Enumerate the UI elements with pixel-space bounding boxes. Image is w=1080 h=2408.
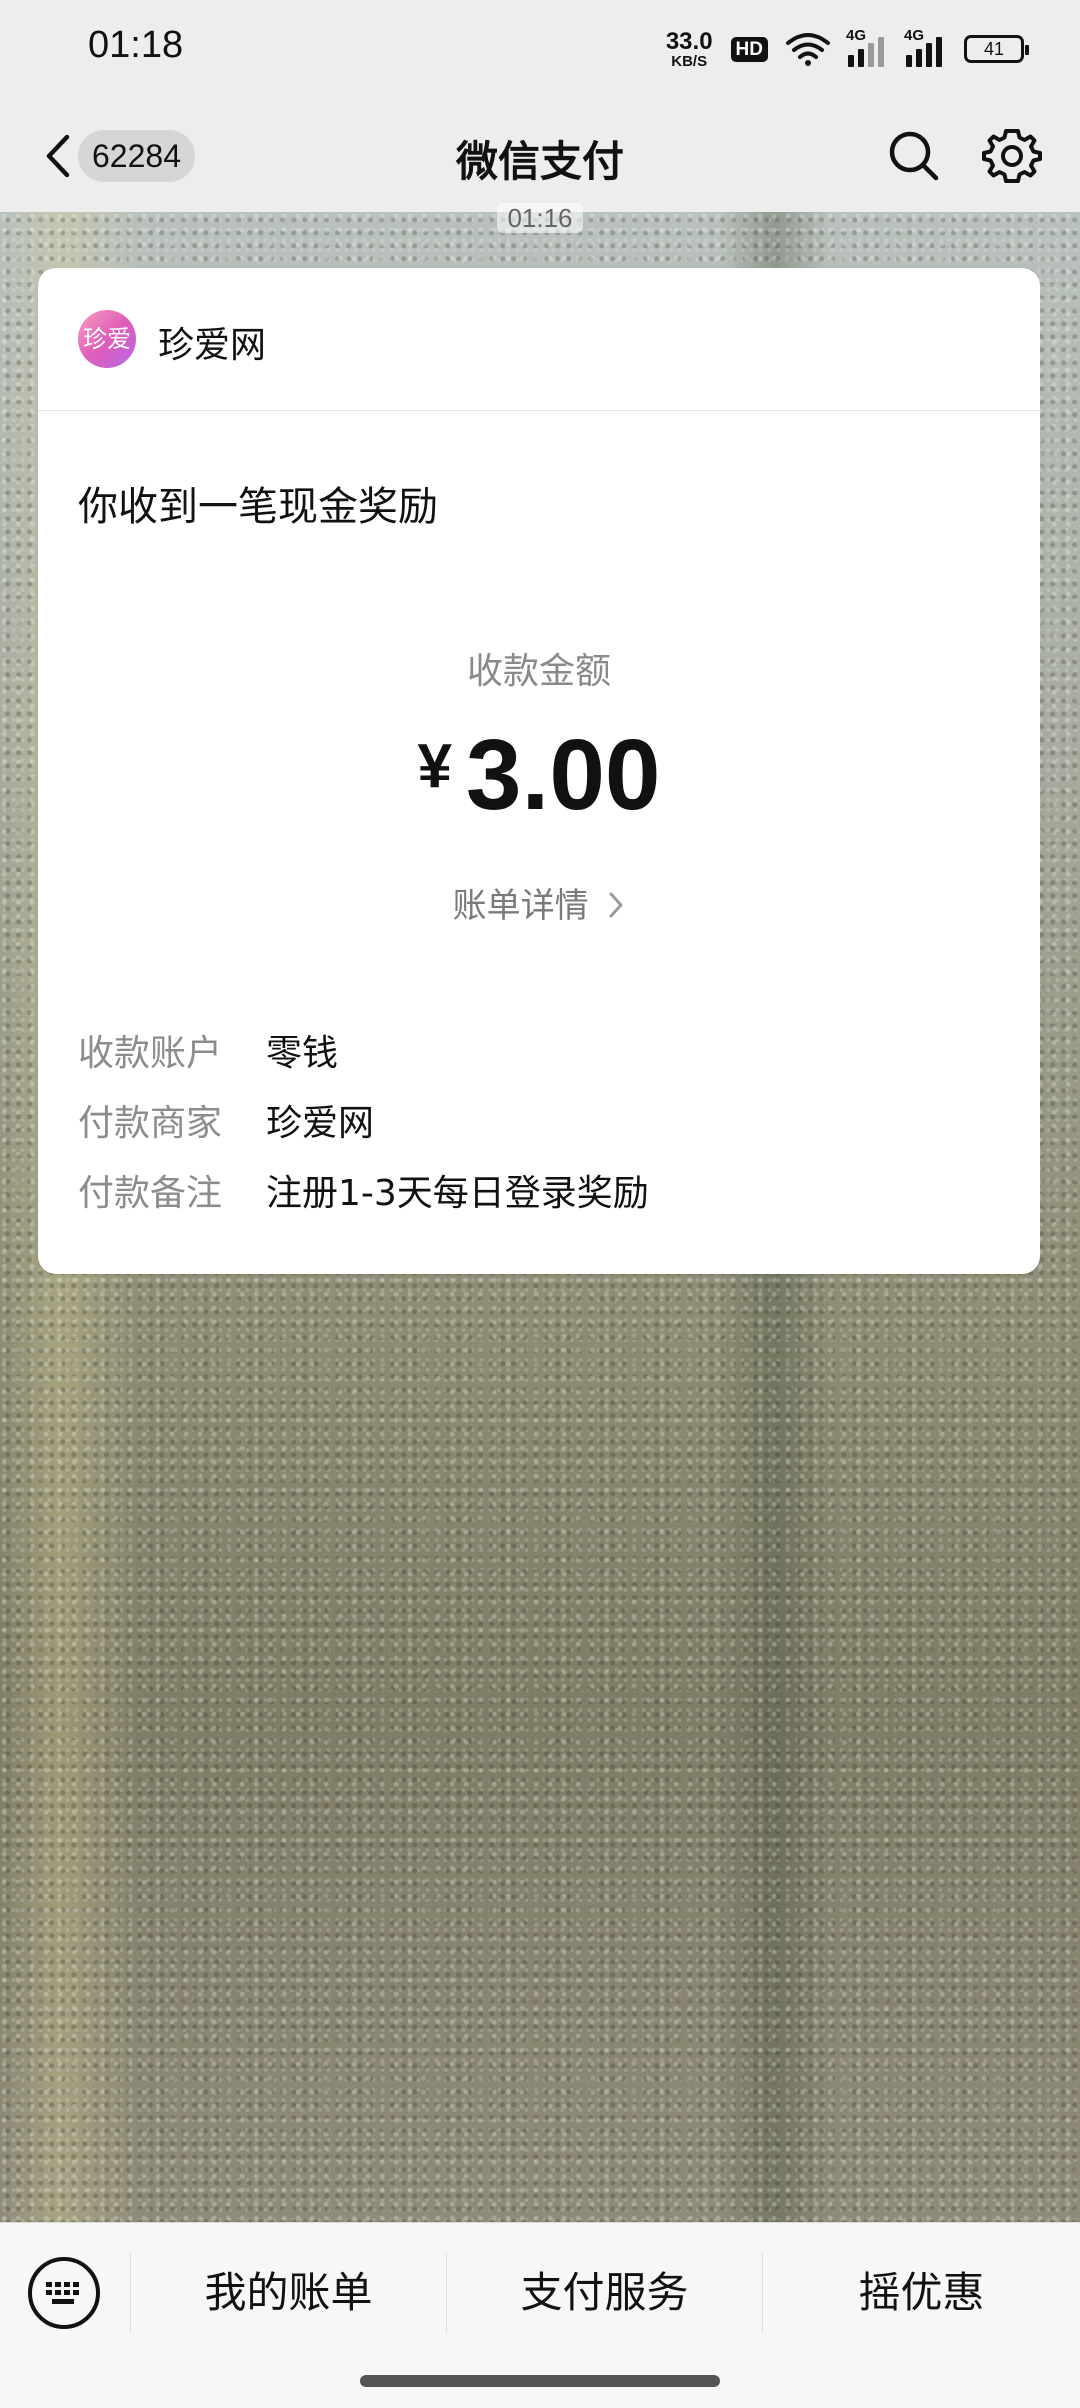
gear-icon	[982, 129, 1042, 183]
info-row-remark: 付款备注 注册1-3天每日登录奖励	[78, 1164, 649, 1214]
info-value: 零钱	[266, 1033, 339, 1074]
menu-my-bills[interactable]: 我的账单	[131, 2253, 446, 2333]
settings-button[interactable]	[982, 126, 1042, 186]
payment-notification-card[interactable]: 珍爱 珍爱网 你收到一笔现金奖励 收款金额 ¥3.00 账单详情 收款账户 零钱…	[38, 268, 1040, 1274]
message-time-text: 01:16	[497, 203, 583, 233]
currency-symbol: ¥	[417, 732, 452, 801]
signal-label: 4G	[846, 27, 867, 44]
info-value: 注册1-3天每日登录奖励	[266, 1173, 649, 1214]
signal-label: 4G	[904, 27, 925, 44]
merchant-logo: 珍爱	[78, 310, 136, 368]
wifi-icon	[786, 33, 830, 66]
status-icons: 33.0 KB/S HD 4G 4G 41	[665, 24, 1029, 74]
keyboard-toggle-button[interactable]	[28, 2257, 100, 2329]
hd-icon: HD	[730, 36, 768, 62]
info-key: 付款商家	[78, 1103, 223, 1144]
info-value: 珍爱网	[266, 1103, 375, 1144]
search-button[interactable]	[884, 126, 944, 186]
info-key: 付款备注	[78, 1173, 223, 1214]
info-key: 收款账户	[78, 1033, 223, 1074]
message-time: 01:16	[0, 200, 1080, 237]
network-speed-value: 33.0	[665, 27, 713, 55]
amount-value: 3.00	[465, 719, 661, 831]
chevron-right-icon	[609, 892, 623, 918]
search-icon	[889, 131, 939, 181]
keyboard-icon	[46, 2282, 79, 2304]
info-row-account: 收款账户 零钱	[78, 1024, 338, 1074]
info-row-merchant: 付款商家 珍爱网	[78, 1094, 374, 1144]
amount-display: ¥3.00	[38, 718, 1040, 833]
bill-detail-link[interactable]: 账单详情	[38, 878, 1040, 927]
battery-level: 41	[983, 38, 1005, 59]
menu-shake-offers[interactable]: 摇优惠	[763, 2253, 1080, 2333]
network-speed-unit: KB/S	[671, 52, 708, 70]
merchant-name: 珍爱网	[158, 325, 267, 366]
card-header[interactable]: 珍爱 珍爱网	[38, 268, 1040, 411]
bottom-menu-bar: 我的账单 支付服务 摇优惠	[0, 2222, 1080, 2408]
card-headline: 你收到一笔现金奖励	[78, 484, 438, 530]
battery-icon: 41	[964, 35, 1029, 63]
nav-bar: 62284 微信支付	[0, 100, 1080, 212]
signal-4g-icon: 4G	[846, 27, 888, 67]
menu-payment-services[interactable]: 支付服务	[447, 2253, 762, 2333]
signal-4g-icon: 4G	[904, 27, 946, 67]
amount-label: 收款金额	[466, 651, 611, 692]
status-time: 01:18	[88, 24, 184, 66]
home-indicator[interactable]	[360, 2375, 720, 2387]
status-bar: 01:18 33.0 KB/S HD 4G 4G 41	[0, 0, 1080, 100]
bill-detail-label: 账单详情	[452, 886, 589, 926]
network-speed: 33.0 KB/S	[665, 27, 713, 70]
